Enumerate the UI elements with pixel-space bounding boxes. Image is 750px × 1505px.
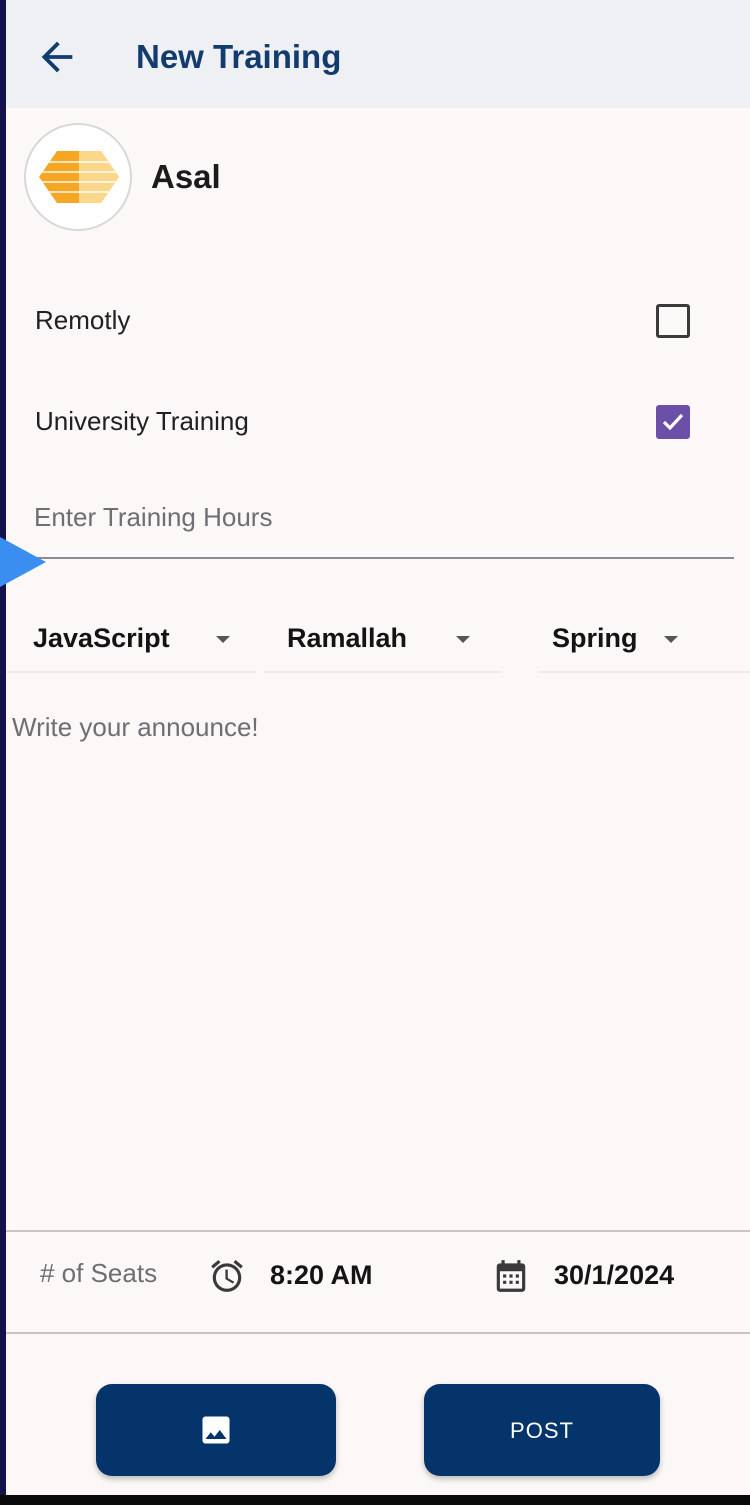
image-icon [202,1416,230,1444]
season-dropdown-value: Spring [552,623,638,653]
page-title: New Training [136,38,342,75]
remotely-checkbox[interactable] [656,304,690,338]
city-dropdown-value: Ramallah [287,623,408,653]
skill-dropdown[interactable]: JavaScript [6,615,256,673]
training-hours-underline [6,557,734,559]
post-button-label: POST [510,1418,574,1443]
screen: New Training Asal Remotly University Tra… [0,0,750,1495]
alarm-clock-icon[interactable] [208,1257,246,1300]
training-hours-input[interactable] [34,498,734,536]
device-frame-bottom [0,1495,750,1505]
city-dropdown-caret-icon [456,636,470,643]
announcement-textarea[interactable] [12,712,742,1212]
company-logo-icon [39,151,119,203]
company-name: Asal [151,158,221,195]
city-dropdown[interactable]: Ramallah [264,615,502,673]
skill-dropdown-value: JavaScript [33,623,170,653]
text-selection-handle[interactable] [0,537,46,587]
app-bar: New Training [6,0,750,108]
time-value[interactable]: 8:20 AM [270,1260,373,1291]
seats-input[interactable] [40,1258,190,1289]
remotely-label: Remotly [35,305,131,335]
calendar-icon[interactable] [492,1257,530,1300]
post-button[interactable]: POST [424,1384,660,1476]
checkmark-icon [662,413,684,431]
skill-dropdown-caret-icon [216,636,230,643]
add-image-button[interactable] [96,1384,336,1476]
company-avatar [24,123,132,231]
season-dropdown-caret-icon [664,636,678,643]
university-training-checkbox[interactable] [656,405,690,439]
university-training-label: University Training [35,406,249,436]
back-arrow-icon[interactable] [34,34,80,80]
season-dropdown[interactable]: Spring [538,615,750,673]
date-value[interactable]: 30/1/2024 [554,1260,674,1291]
footer-divider-top [6,1230,750,1232]
footer-divider-bottom [6,1332,750,1334]
